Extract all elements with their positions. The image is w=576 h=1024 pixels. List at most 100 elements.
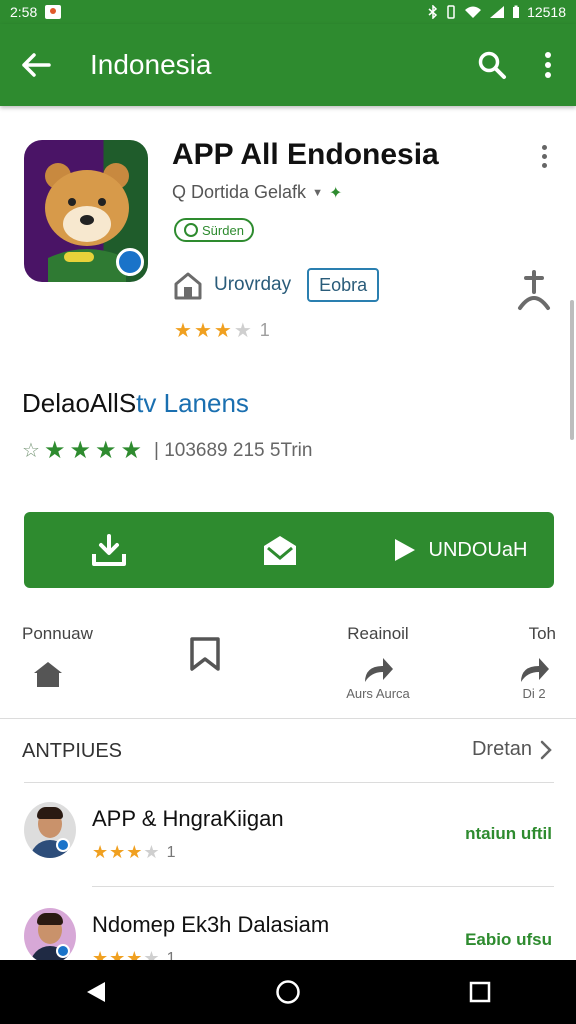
- list-item[interactable]: APP & HngraKiigan ★ ★ ★ ★ 1 ntaiun uftil: [0, 788, 576, 888]
- avatar: [24, 908, 76, 964]
- star-icon: ★: [92, 842, 109, 862]
- badge-label: Sürden: [202, 222, 244, 238]
- verified-icon: [56, 944, 70, 958]
- section-title-accent: tv Lanens: [136, 388, 249, 418]
- star-icon: ★: [174, 320, 192, 342]
- developer-name: Q Dortida Gelafk: [172, 182, 307, 202]
- search-button[interactable]: [464, 24, 520, 106]
- vibrate-icon: [447, 5, 455, 19]
- overflow-menu-button[interactable]: [520, 24, 576, 106]
- wifi-icon: [465, 6, 482, 18]
- app-bar-title: Indonesia: [90, 49, 212, 80]
- square-recents-icon: [469, 981, 491, 1003]
- section-title-main: DelaoAllS: [22, 388, 137, 418]
- shortcut-bookmark[interactable]: [180, 624, 230, 672]
- chevron-right-icon: [540, 740, 552, 759]
- star-icon: ★: [126, 842, 143, 862]
- action-bar: UNDOUaH: [24, 512, 554, 588]
- bookmark-icon: [190, 637, 220, 671]
- status-time: 2:58: [10, 4, 38, 20]
- star-icon: ★: [213, 320, 232, 342]
- star-half-icon: ★: [233, 320, 252, 342]
- system-nav-bar: [0, 960, 576, 1024]
- battery-icon: [513, 5, 520, 18]
- inbox-button[interactable]: [195, 512, 366, 588]
- app-more-button[interactable]: [532, 140, 556, 172]
- notification-icon: [45, 5, 62, 19]
- star-icon: ★: [109, 842, 126, 862]
- list-item-action[interactable]: ntaiun uftil: [465, 824, 552, 844]
- screen: 2:58 12518 Indonesia APP All Endonesia Q…: [0, 0, 576, 1024]
- shortcut-reshare[interactable]: Reainoil Aurs Aurca: [336, 624, 420, 701]
- shortcut-home[interactable]: Ponnuaw: [22, 624, 93, 692]
- app-bar: Indonesia: [0, 24, 576, 106]
- star-half-icon: ★: [143, 842, 160, 862]
- spark-icon: ✦: [328, 184, 343, 202]
- forward-arrow-icon: [521, 658, 549, 682]
- list-item-name: APP & HngraKiigan: [92, 806, 284, 831]
- triangle-back-icon: [87, 982, 105, 1002]
- nav-back-button[interactable]: [56, 960, 136, 1024]
- arrow-back-icon: [22, 53, 51, 77]
- developer-link[interactable]: Q Dortida Gelafk ▼ ✦: [172, 182, 342, 203]
- play-icon: [394, 539, 415, 561]
- more-dot-icon: [541, 153, 547, 159]
- list-item-rating-count: 1: [166, 843, 176, 861]
- list-more-label: Dretan: [471, 738, 532, 760]
- download-icon: [92, 534, 127, 566]
- mail-icon: [264, 536, 297, 565]
- section-rating: ☆ ★ ★ ★ ★ | 103689 215 5Trin: [22, 436, 312, 465]
- play-button[interactable]: UNDOUaH: [366, 512, 554, 588]
- list-item-name: Ndomep Ek3h Dalasiam: [92, 912, 330, 937]
- shortcut-sublabel: Di 2: [522, 686, 546, 701]
- star-icon: ★: [94, 437, 117, 464]
- divider: [0, 718, 576, 719]
- circle-home-icon: [276, 980, 300, 1004]
- nav-recents-button[interactable]: [440, 960, 520, 1024]
- verified-badge: [116, 248, 144, 276]
- share-arrow-icon: [365, 658, 393, 682]
- signal-icon: [490, 6, 505, 18]
- list-item-rating: ★ ★ ★ ★ 1: [92, 842, 175, 863]
- list-more-link[interactable]: Dretan: [472, 738, 552, 761]
- verified-icon: [56, 838, 70, 852]
- scroll-indicator: [570, 300, 574, 440]
- home-label: Urovrday: [214, 274, 292, 295]
- download-button[interactable]: [24, 512, 195, 588]
- more-dot-icon: [541, 162, 547, 168]
- section-stats: | 103689 215 5Trin: [154, 439, 313, 461]
- app-title: APP All Endonesia: [172, 138, 439, 171]
- badge-icon: [184, 223, 198, 237]
- back-button[interactable]: [0, 24, 72, 106]
- app-rating: ★ ★ ★ ★ 1: [174, 318, 270, 343]
- divider: [92, 886, 554, 887]
- shortcut-label: Reainoil: [347, 624, 409, 643]
- dropdown-icon: ▼: [312, 186, 323, 199]
- shortcut-forward[interactable]: Toh Di 2: [512, 624, 556, 701]
- section-title: DelaoAllStv Lanens: [22, 388, 249, 419]
- shortcut-sublabel: Aurs Aurca: [346, 686, 410, 701]
- star-icon: ★: [193, 320, 212, 342]
- bluetooth-icon: [428, 5, 438, 19]
- app-icon[interactable]: [24, 140, 148, 282]
- more-dot-icon: [541, 144, 547, 150]
- editor-badge: Sürden: [174, 218, 254, 242]
- outline-button[interactable]: Eobra: [307, 268, 380, 302]
- shortcut-label: Toh: [528, 624, 556, 643]
- person-share-icon[interactable]: [514, 268, 554, 312]
- star-outline-icon: ☆: [22, 440, 40, 462]
- star-icon: ★: [43, 437, 66, 464]
- list-item-action[interactable]: Eabio ufsu: [465, 930, 552, 950]
- status-bar: 2:58 12518: [0, 0, 576, 24]
- home-outline-icon[interactable]: [172, 269, 204, 301]
- home-icon: [34, 662, 62, 687]
- list-header: ANTPIUES: [22, 740, 123, 762]
- divider: [24, 782, 554, 783]
- more-vert-icon: [545, 52, 551, 78]
- avatar: [24, 802, 76, 858]
- shortcut-label: Ponnuaw: [22, 624, 93, 643]
- rating-count: 1: [259, 320, 270, 340]
- search-icon: [478, 51, 506, 79]
- nav-home-button[interactable]: [248, 960, 328, 1024]
- status-clock-right: 12518: [527, 4, 566, 20]
